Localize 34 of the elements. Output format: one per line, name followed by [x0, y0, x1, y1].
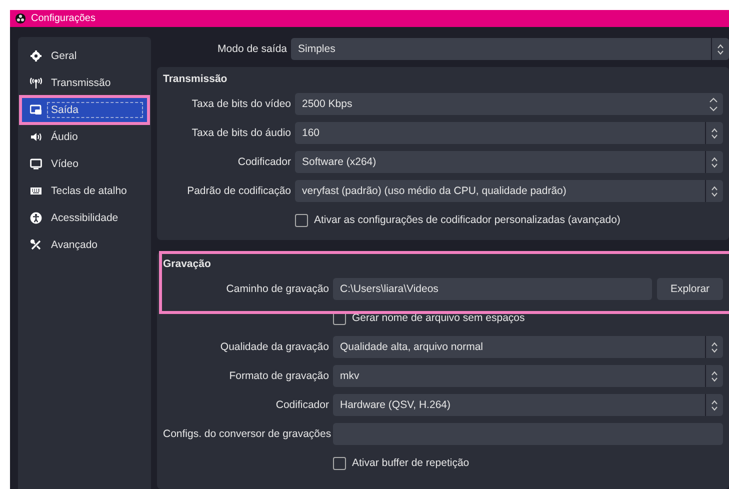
dropdown[interactable]: mkv: [333, 365, 723, 387]
dropdown[interactable]: Qualidade alta, arquivo normal: [333, 336, 723, 358]
path-input-field[interactable]: C:\Users\liara\Videos: [333, 278, 652, 300]
sidebar-item[interactable]: Áudio: [22, 125, 147, 149]
field-label: Taxa de bits do áudio: [190, 127, 291, 139]
dropdown[interactable]: veryfast (padrão) (uso médio da CPU, qualidade padrão): [295, 180, 723, 202]
field-label: Codificador: [236, 156, 291, 168]
field-label: Codificador: [274, 399, 329, 411]
field-label: Padrão de codificação: [186, 185, 291, 197]
bitrate-spin-field[interactable]: 2500 Kbps: [295, 93, 723, 115]
field-label: Modo de saída: [216, 43, 287, 55]
sidebar-item[interactable]: Acessibilidade: [22, 206, 147, 230]
sidebar-item[interactable]: Saída: [22, 98, 147, 122]
output-mode-dropdown[interactable]: Simples: [291, 38, 729, 60]
sidebar-item[interactable]: Vídeo: [22, 152, 147, 176]
dropdown[interactable]: Software (x264): [295, 151, 723, 173]
field-label: Qualidade da gravação: [219, 341, 329, 353]
group-title: Gravação: [163, 258, 211, 270]
sidebar-item[interactable]: Geral: [22, 44, 147, 68]
field-label: Caminho de gravação: [225, 283, 329, 295]
sidebar-item[interactable]: Transmissão: [22, 71, 147, 95]
field-label: Configs. do conversor de gravações: [163, 428, 329, 440]
sidebar-item[interactable]: Avançado: [22, 233, 147, 257]
dropdown[interactable]: Hardware (QSV, H.264): [333, 394, 723, 416]
field-label: Formato de gravação: [228, 370, 329, 382]
sidebar-item[interactable]: Teclas de atalho: [22, 179, 147, 203]
dropdown[interactable]: 160: [295, 122, 723, 144]
browse-button[interactable]: Explorar: [657, 278, 723, 300]
window-title: Configurações: [31, 13, 96, 24]
checkbox-label: Gerar nome de arquivo sem espaços: [352, 312, 525, 324]
checkbox-label: Ativar buffer de repetição: [352, 457, 470, 469]
field-label: Taxa de bits do vídeo: [190, 98, 291, 110]
group-title: Transmissão: [163, 73, 228, 85]
checkbox-label: Ativar as configurações de codificador personalizadas (avançado): [314, 214, 620, 226]
